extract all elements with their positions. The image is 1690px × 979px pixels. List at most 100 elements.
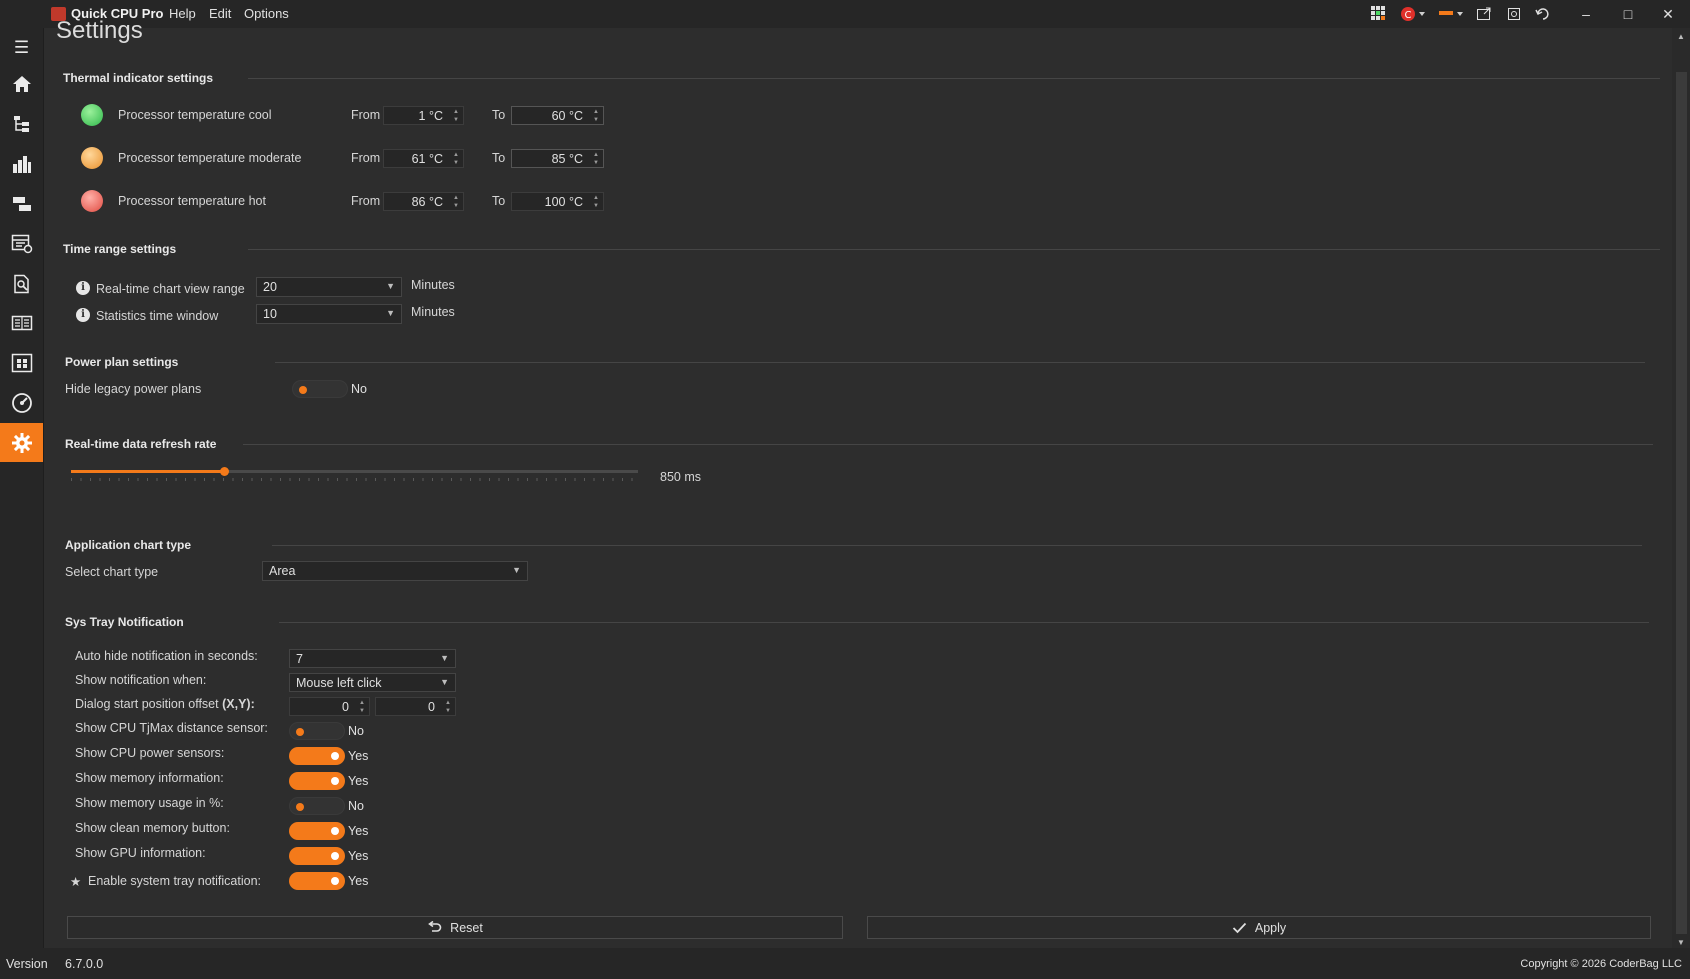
cpu-power-sensors-toggle[interactable]	[289, 747, 345, 765]
clean-memory-button-toggle[interactable]	[289, 822, 345, 840]
offset-x-input[interactable]: 0 ▲ ▼	[289, 697, 370, 716]
minimize-button[interactable]: –	[1566, 0, 1606, 28]
thermal-moderate-label: Processor temperature moderate	[118, 151, 302, 165]
chevron-down-icon: ▼	[440, 653, 449, 663]
chevron-down-icon: ▼	[386, 281, 395, 291]
maximize-button[interactable]: □	[1608, 0, 1648, 28]
table-settings-icon	[11, 234, 32, 253]
sidebar-item-settings[interactable]	[0, 423, 43, 462]
refresh-rate-slider-fill	[71, 470, 224, 473]
reset-button[interactable]: Reset	[67, 916, 843, 939]
section-divider	[279, 622, 1649, 623]
report-icon	[13, 274, 29, 293]
snapshot-icon[interactable]	[1506, 6, 1522, 22]
section-divider	[248, 249, 1660, 250]
refresh-rate-slider-thumb[interactable]	[220, 467, 229, 476]
sidebar-item-speedometer[interactable]	[0, 383, 43, 422]
hot-to-input[interactable]: 100 °C ▲ ▼	[511, 192, 604, 211]
minutes-unit-label: Minutes	[411, 305, 455, 319]
from-label: From	[351, 108, 381, 122]
gpu-info-toggle[interactable]	[289, 847, 345, 865]
offset-y-input[interactable]: 0 ▲ ▼	[375, 697, 456, 716]
copyright-text: Copyright © 2026 CoderBag LLC	[1520, 958, 1682, 970]
hot-from-input[interactable]: 86 °C ▲ ▼	[383, 192, 464, 211]
sidebar-item-book[interactable]	[0, 303, 43, 342]
tray-toggle-value: Yes	[348, 824, 369, 838]
version-label: Version	[6, 957, 48, 971]
hide-legacy-toggle[interactable]	[292, 380, 348, 398]
home-icon	[12, 75, 31, 92]
chevron-down-icon: ▼	[440, 677, 449, 687]
tray-toggle-value: Yes	[348, 749, 369, 763]
stats-window-label: Statistics time window	[96, 309, 219, 323]
auto-hide-select[interactable]: 7 ▼	[289, 649, 456, 668]
badge-icon[interactable]: C	[1400, 6, 1426, 22]
popout-icon[interactable]	[1476, 6, 1492, 22]
tray-toggle-label: Show GPU information:	[75, 846, 206, 860]
apply-button[interactable]: Apply	[867, 916, 1651, 939]
from-label: From	[351, 194, 381, 208]
to-label: To	[492, 108, 506, 122]
scroll-up-icon[interactable]: ▲	[1677, 32, 1685, 41]
slider-ticks	[71, 478, 638, 481]
view-range-select[interactable]: 20 ▼	[256, 277, 402, 297]
moderate-to-input[interactable]: 85 °C ▲ ▼	[511, 149, 604, 168]
status-bar: Version 6.7.0.0 Copyright © 2026 CoderBa…	[0, 948, 1690, 979]
tray-toggle-label: Show CPU power sensors:	[75, 746, 225, 760]
memory-usage-percent-toggle[interactable]	[289, 797, 345, 815]
undo-icon[interactable]	[1535, 6, 1551, 22]
menu-edit[interactable]: Edit	[209, 6, 231, 21]
power-plan-section-title: Power plan settings	[65, 355, 179, 369]
section-divider	[275, 362, 1645, 363]
theme-icon[interactable]	[1438, 6, 1464, 22]
book-icon	[11, 315, 32, 330]
cool-to-input[interactable]: 60 °C ▲ ▼	[511, 106, 604, 125]
to-label: To	[492, 151, 506, 165]
menu-help[interactable]: Help	[169, 6, 196, 21]
tray-toggle-value: Yes	[348, 774, 369, 788]
tray-section-title: Sys Tray Notification	[65, 615, 184, 629]
sidebar-item-statistics[interactable]	[0, 144, 43, 183]
hamburger-menu-icon[interactable]: ☰	[0, 28, 43, 67]
stats-window-select[interactable]: 10 ▼	[256, 304, 402, 324]
info-icon[interactable]: i	[76, 308, 90, 322]
scrollbar-thumb[interactable]	[1676, 72, 1687, 934]
page-title: Settings	[56, 17, 143, 44]
circuit-icon	[11, 353, 32, 372]
sidebar-item-home[interactable]	[0, 64, 43, 103]
view-range-label: Real-time chart view range	[96, 282, 245, 296]
sidebar-item-table-settings[interactable]	[0, 224, 43, 263]
tray-toggle-label: Enable system tray notification:	[88, 874, 261, 888]
sidebar-item-report[interactable]	[0, 264, 43, 303]
tjmax-sensor-toggle[interactable]	[289, 722, 345, 740]
section-divider	[248, 78, 1660, 79]
tray-toggle-value: No	[348, 724, 364, 738]
show-when-select[interactable]: Mouse left click ▼	[289, 673, 456, 692]
speedometer-icon	[11, 392, 32, 413]
moderate-from-input[interactable]: 61 °C ▲ ▼	[383, 149, 464, 168]
star-icon: ★	[70, 875, 82, 889]
scroll-down-icon[interactable]: ▼	[1677, 938, 1685, 947]
menu-options[interactable]: Options	[244, 6, 289, 21]
hierarchy-icon	[12, 196, 31, 211]
bar-chart-icon	[12, 155, 31, 173]
sidebar-item-tree[interactable]	[0, 104, 43, 143]
chart-type-select[interactable]: Area ▼	[262, 561, 528, 581]
info-icon[interactable]: i	[76, 281, 90, 295]
chevron-down-icon: ▼	[512, 565, 521, 575]
close-button[interactable]: ✕	[1648, 0, 1688, 28]
tray-toggle-value: Yes	[348, 874, 369, 888]
enable-tray-notification-toggle[interactable]	[289, 872, 345, 890]
sidebar-item-circuit[interactable]	[0, 343, 43, 382]
tray-toggle-label: Show memory usage in %:	[75, 796, 224, 810]
title-bar: Quick CPU Pro Help Edit Options C – □ ✕	[0, 0, 1690, 28]
show-when-label: Show notification when:	[75, 673, 207, 687]
memory-info-toggle[interactable]	[289, 772, 345, 790]
cool-from-input[interactable]: 1 °C ▲ ▼	[383, 106, 464, 125]
grid-icon[interactable]	[1370, 6, 1386, 22]
refresh-rate-value: 850 ms	[660, 470, 701, 484]
sidebar-item-hierarchy[interactable]	[0, 184, 43, 223]
offset-label: Dialog start position offset (X,Y):	[75, 697, 255, 711]
time-range-section-title: Time range settings	[63, 242, 177, 256]
hide-legacy-value: No	[351, 382, 367, 396]
